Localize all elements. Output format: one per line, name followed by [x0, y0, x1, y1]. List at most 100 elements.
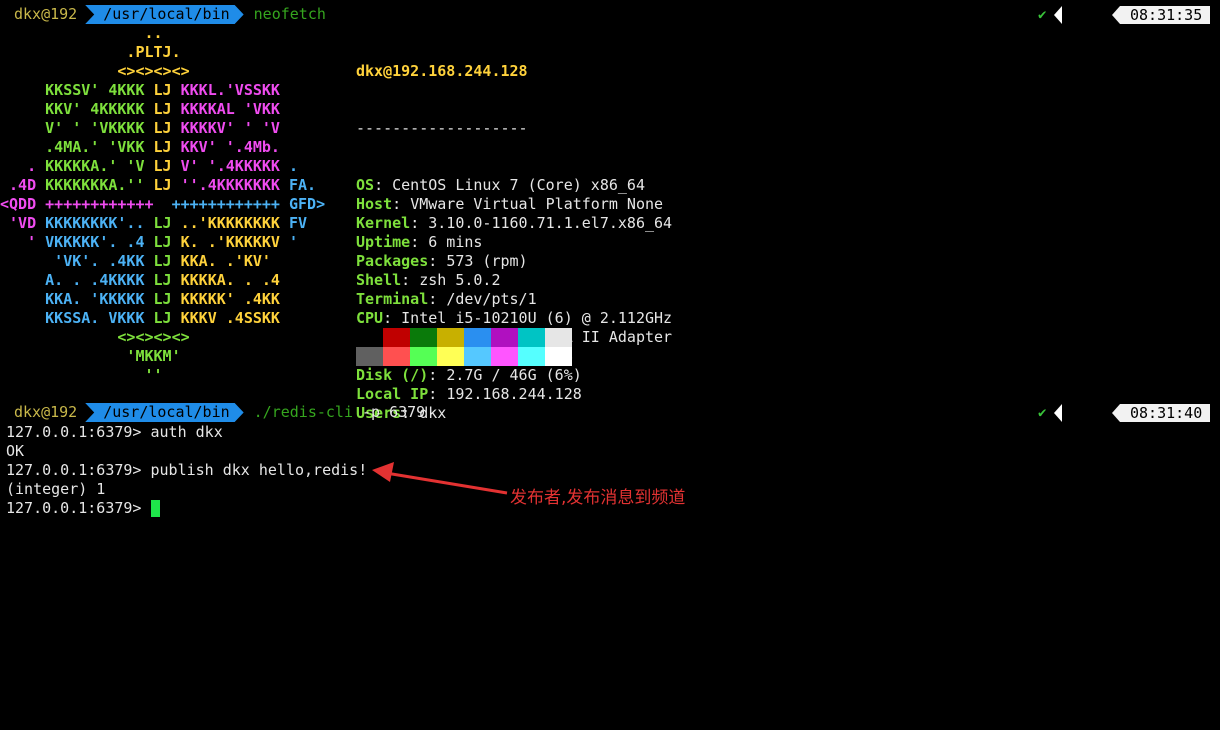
prompt-path: /usr/local/bin — [85, 403, 243, 422]
ascii-art-segment: KKKKKKKA.'' — [45, 176, 154, 194]
ascii-art-segment: KKA. .'KV' — [180, 252, 271, 270]
ascii-art-segment: LJ — [153, 290, 181, 308]
ascii-art-line: KKV' 4KKKKK LJ KKKKAL 'VKK — [0, 100, 325, 119]
segment-separator-icon — [1054, 403, 1063, 422]
sysinfo-value: 3.10.0-1160.71.1.el7.x86_64 — [428, 214, 673, 232]
prompt-time: 08:31:35 — [1120, 5, 1211, 24]
sysinfo-row: Terminal: /dev/pts/1 — [356, 290, 537, 308]
prompt-status-2: ✔ — [1038, 403, 1063, 422]
sysinfo-key: CPU — [356, 309, 384, 327]
ascii-art-segment: FV — [289, 214, 308, 232]
color-swatch — [356, 347, 383, 366]
sysinfo-row: Uptime: 6 mins — [356, 233, 483, 251]
sysinfo-key: Terminal — [356, 290, 429, 308]
sysinfo-row: Shell: zsh 5.0.2 — [356, 271, 501, 289]
ascii-art-line: KKA. 'KKKKK LJ KKKKK' .4KK — [0, 290, 325, 309]
color-swatch — [437, 328, 464, 347]
ascii-art-segment: KKKKAL 'VKK — [180, 100, 280, 118]
ascii-art-segment: LJ — [153, 81, 181, 99]
color-swatch — [518, 347, 545, 366]
ascii-art-segment: LJ — [153, 157, 181, 175]
color-swatch — [356, 328, 383, 347]
ascii-art-line: <QDD ++++++++++++ ++++++++++++ GFD> — [0, 195, 325, 214]
ascii-art-line: '' — [0, 366, 325, 385]
sysinfo-value: /dev/pts/1 — [446, 290, 537, 308]
prompt-user: dkx@192 — [14, 5, 78, 23]
color-swatch — [518, 328, 545, 347]
ascii-art-line: A. . .4KKKK LJ KKKKA. . .4 — [0, 271, 325, 290]
sysinfo-key: Host — [356, 195, 393, 213]
prompt-command: ./redis-cli — [253, 403, 353, 421]
prompt-time-2: 08:31:40 — [1112, 403, 1211, 422]
ascii-art-segment: A. . .4KKKK — [0, 271, 154, 289]
ascii-art-segment: KKV' 4KKKKK — [0, 100, 154, 118]
sysinfo-key: OS — [356, 176, 375, 194]
ascii-art-segment: LJ — [153, 271, 181, 289]
output-line: OK — [6, 442, 25, 460]
ascii-art-segment: LJ — [153, 214, 181, 232]
ascii-art-segment: FA. — [289, 176, 317, 194]
ascii-art-line: V' ' 'VKKKK LJ KKKKV' ' 'V — [0, 119, 325, 138]
sysinfo-key: Disk (/) — [356, 366, 429, 384]
ascii-art-segment: .PLTJ. — [0, 43, 181, 61]
segment-separator-icon — [1112, 5, 1120, 24]
ascii-art-segment: V' ' 'VKKKK — [0, 119, 154, 137]
ascii-art-segment: <><><><> — [0, 62, 190, 80]
check-icon: ✔ — [1038, 404, 1047, 421]
command-input-line[interactable]: 127.0.0.1:6379> — [6, 499, 160, 518]
ascii-art-segment: VKKKKK'. .4 — [45, 233, 154, 251]
color-swatch — [491, 347, 518, 366]
sysinfo-value: 6 mins — [428, 233, 483, 251]
color-swatch — [464, 328, 491, 347]
prompt-time: 08:31:40 — [1120, 403, 1211, 422]
segment-separator-icon — [1054, 5, 1063, 24]
ascii-art-segment: <QDD ++++++++++++ — [0, 195, 172, 213]
ascii-art-segment: KKV' '.4Mb. — [180, 138, 280, 156]
output-line: (integer) 1 — [6, 480, 106, 498]
ascii-art-segment: ..'KKKKKKKK — [180, 214, 289, 232]
ascii-art-segment: <><><><> — [0, 328, 190, 346]
annotation-arrow-icon — [372, 462, 508, 495]
output-line: 127.0.0.1:6379> auth dkx — [6, 423, 223, 441]
color-swatch — [491, 328, 518, 347]
sysinfo-value: CentOS Linux 7 (Core) x86_64 — [392, 176, 645, 194]
ascii-art-segment: V' '.4KKKKK — [180, 157, 289, 175]
color-swatch — [545, 347, 572, 366]
centos-ascii-logo: .. .PLTJ. <><><><> KKSSV' 4KKK LJ KKKL.'… — [0, 24, 325, 385]
ascii-art-line: KKSSA. VKKK LJ KKKV .4SSKK — [0, 309, 325, 328]
sysinfo-value: 192.168.244.128 — [446, 385, 582, 403]
ascii-art-line: .PLTJ. — [0, 43, 325, 62]
color-swatch — [464, 347, 491, 366]
ascii-art-line: .4D KKKKKKKA.'' LJ ''.4KKKKKKK FA. — [0, 176, 325, 195]
ascii-art-segment: LJ — [153, 252, 181, 270]
prompt-path: /usr/local/bin — [85, 5, 243, 24]
sysinfo-value: zsh 5.0.2 — [419, 271, 501, 289]
sysinfo-row: Kernel: 3.10.0-1160.71.1.el7.x86_64 — [356, 214, 673, 232]
color-swatch — [410, 328, 437, 347]
ascii-art-segment: ++++++++++++ GFD> — [171, 195, 326, 213]
color-swatch — [383, 328, 410, 347]
ascii-art-segment: KKSSV' 4KKK — [0, 81, 154, 99]
ascii-art-line: .4MA.' 'VKK LJ KKV' '.4Mb. — [0, 138, 325, 157]
sysinfo-value: 573 (rpm) — [446, 252, 528, 270]
ascii-art-segment: KKSSA. VKKK — [0, 309, 154, 327]
ascii-art-line: 'MKKM' — [0, 347, 325, 366]
ascii-art-segment: LJ — [153, 100, 181, 118]
sysinfo-row: Disk (/): 2.7G / 46G (6%) — [356, 366, 582, 384]
ascii-art-segment: LJ — [153, 176, 181, 194]
ascii-art-segment: ' — [289, 233, 299, 251]
color-swatch — [410, 347, 437, 366]
ascii-art-segment: KKKKKKKK'.. — [45, 214, 154, 232]
color-swatch — [383, 347, 410, 366]
sysinfo-row: Host: VMware Virtual Platform None — [356, 195, 664, 213]
prompt-command: neofetch — [253, 5, 326, 23]
sysinfo-value: VMware Virtual Platform None — [410, 195, 664, 213]
ascii-art-segment: LJ — [153, 138, 181, 156]
prompt-status-1: ✔ — [1038, 5, 1063, 24]
prompt-user: dkx@192 — [14, 403, 78, 421]
ascii-art-segment: 'VK'. .4KK — [0, 252, 154, 270]
ascii-art-segment: .4MA.' 'VKK — [0, 138, 154, 156]
ascii-art-segment: KKKKK' .4KK — [180, 290, 280, 308]
ascii-art-line: . KKKKKA.' 'V LJ V' '.4KKKKK . — [0, 157, 325, 176]
ascii-art-line: <><><><> — [0, 328, 325, 347]
